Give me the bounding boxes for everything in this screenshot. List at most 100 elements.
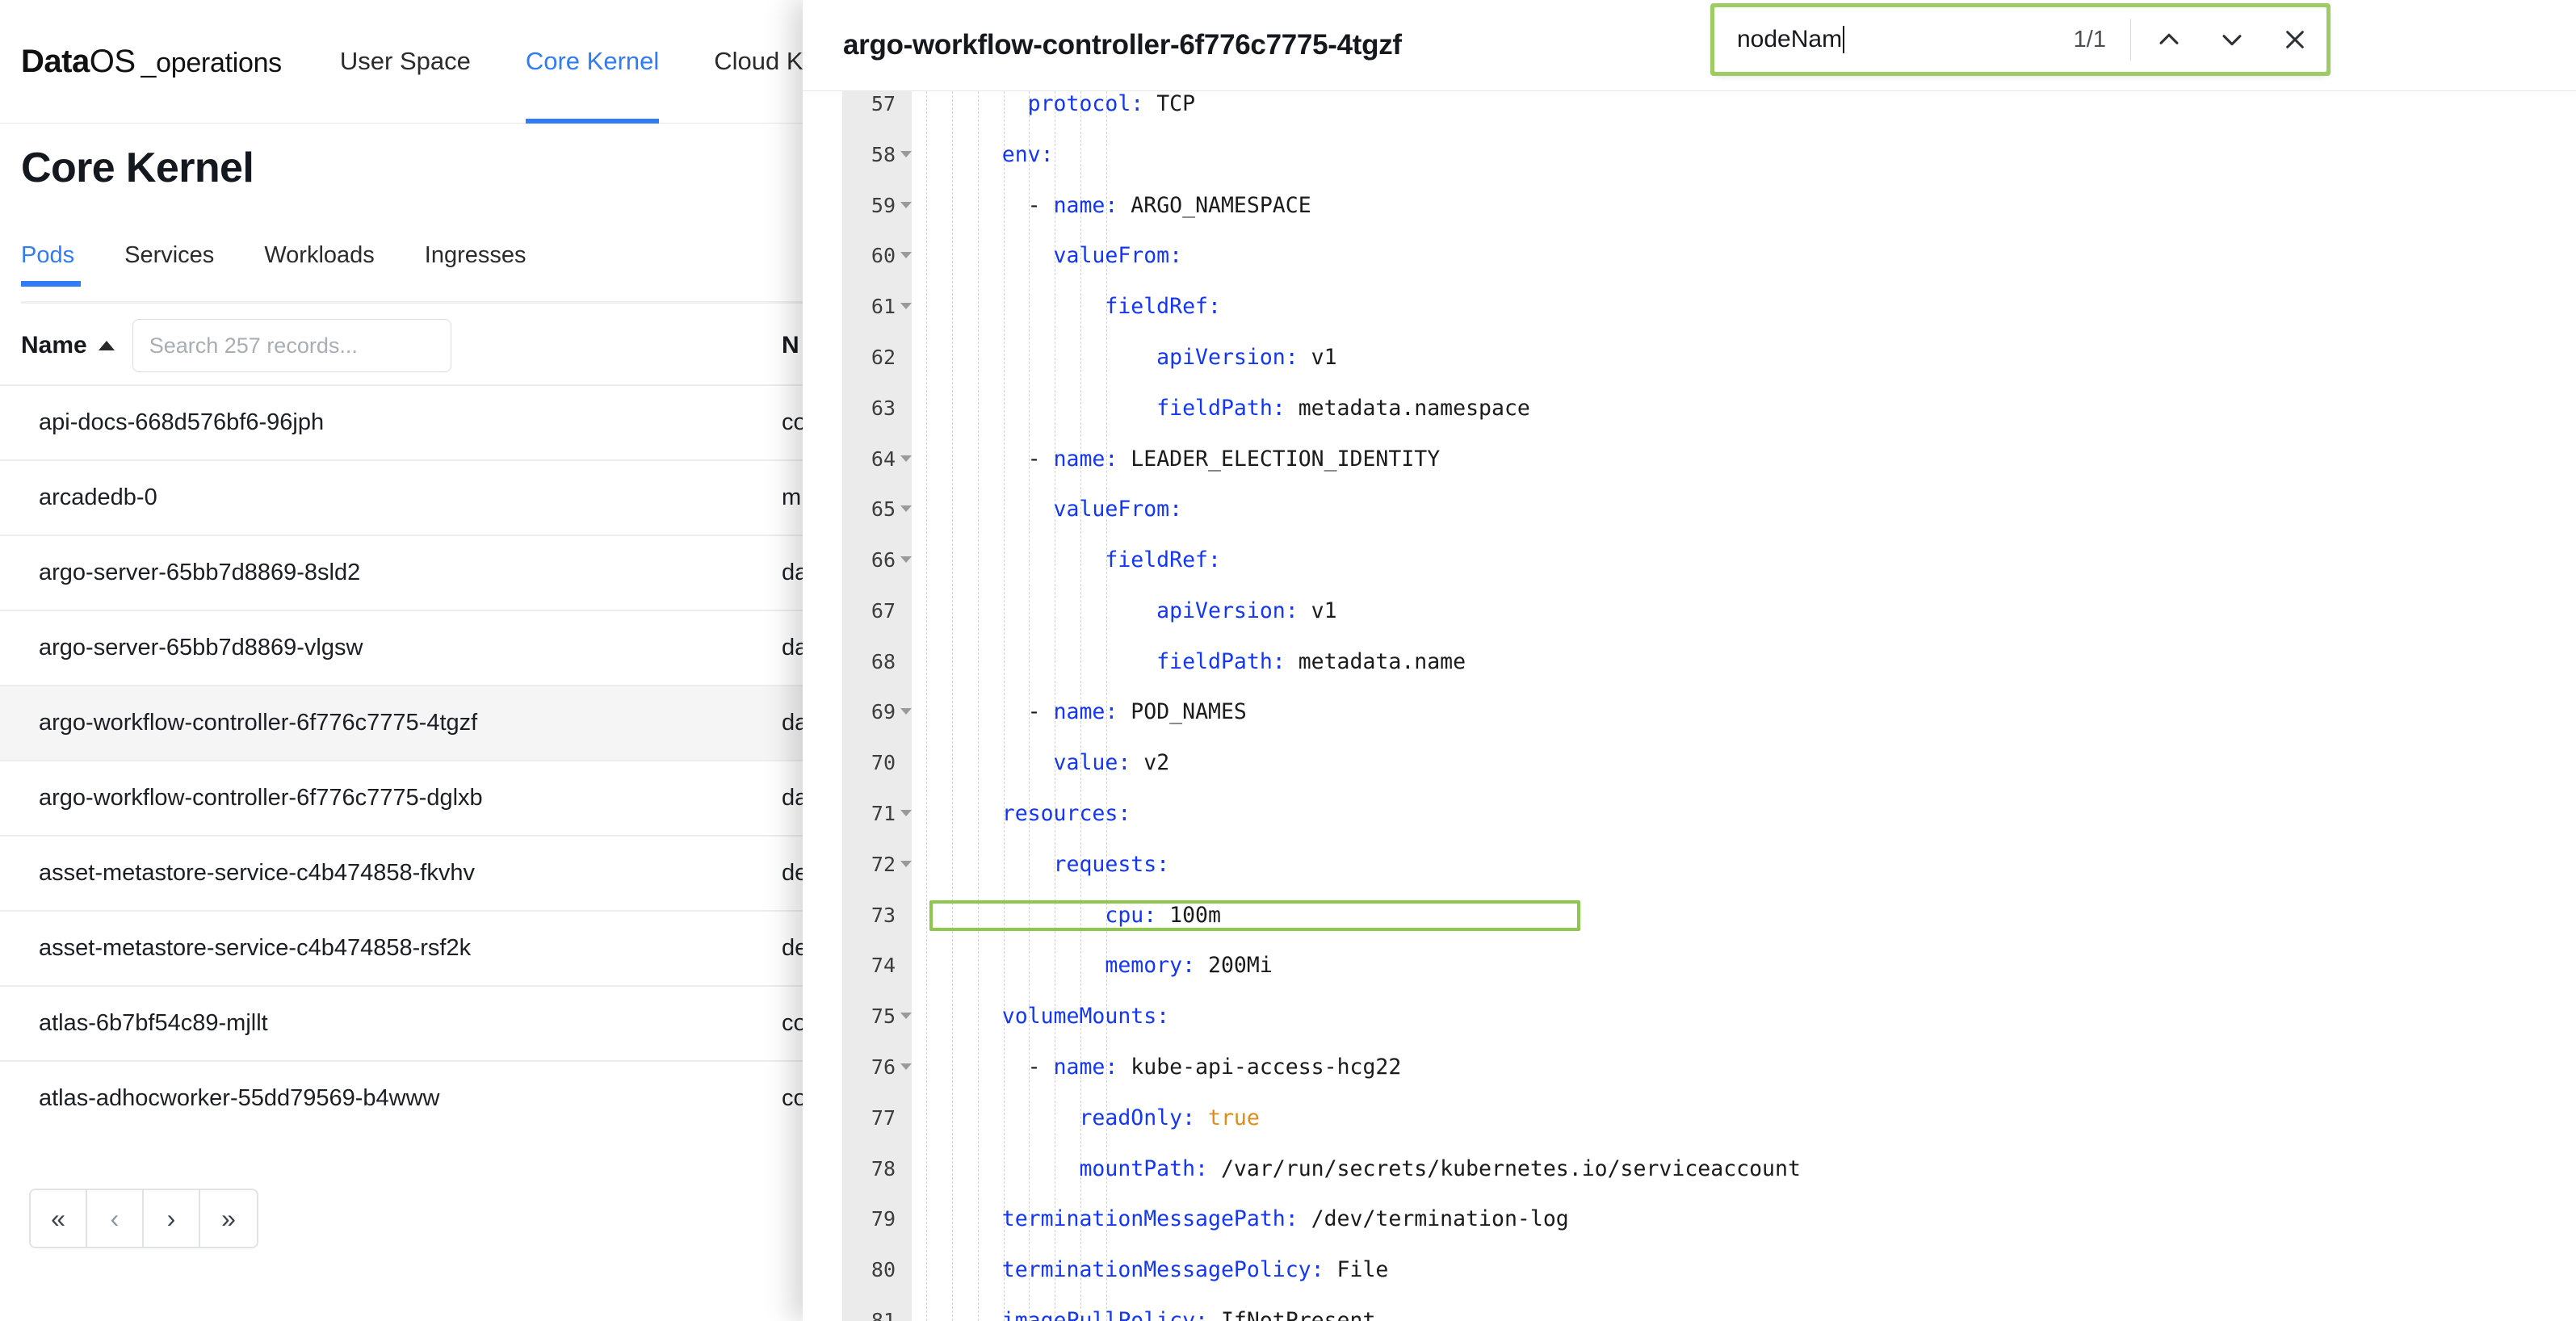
table-cell-name: asset-metastore-service-c4b474858-fkvhv — [39, 860, 475, 886]
find-previous-button[interactable] — [2138, 6, 2201, 73]
yaml-code-viewer[interactable]: 57 protocol: TCP 58 env: 59 - name: ARGO_N… — [803, 91, 2576, 1321]
code-fold-toggle-icon[interactable] — [900, 505, 912, 513]
code-fold-toggle-icon[interactable] — [900, 303, 912, 310]
modal-title: argo-workflow-controller-6f776c7775-4tgz… — [843, 29, 1402, 61]
close-icon — [2282, 27, 2308, 52]
code-token: /var/run/secrets/kubernetes.io/serviceac… — [1208, 1155, 1801, 1181]
code-line-text: - name: kube-api-access-hcg22 — [925, 1055, 1402, 1080]
code-line: 60 valueFrom: — [803, 243, 2576, 268]
line-number: 77 — [871, 1105, 896, 1130]
code-token: readOnly: — [1027, 1105, 1196, 1130]
line-number: 61 — [871, 295, 896, 319]
code-fold-toggle-icon[interactable] — [900, 556, 912, 564]
nav-item-user-space[interactable]: User Space — [340, 0, 471, 124]
code-fold-toggle-icon[interactable] — [900, 1013, 912, 1020]
code-line: 61 fieldRef: — [803, 294, 2576, 319]
chevron-up-icon — [2155, 26, 2183, 53]
code-fold-toggle-icon[interactable] — [900, 252, 912, 259]
pod-detail-modal: argo-workflow-controller-6f776c7775-4tgz… — [803, 0, 2576, 1321]
table-cell-name: argo-server-65bb7d8869-8sld2 — [39, 560, 361, 585]
find-widget[interactable]: nodeNam 1/1 — [1714, 6, 2327, 73]
code-line: 66 fieldRef: — [803, 547, 2576, 572]
page-title: Core Kernel — [21, 145, 254, 191]
find-close-button[interactable] — [2263, 6, 2326, 73]
code-line-text: resources: — [925, 801, 1131, 826]
code-fold-toggle-icon[interactable] — [900, 150, 912, 157]
sort-ascending-icon — [98, 341, 115, 350]
search-records-placeholder: Search 257 records... — [149, 333, 358, 358]
table-cell-name: argo-workflow-controller-6f776c7775-4tgz… — [39, 710, 478, 736]
line-number: 58 — [871, 142, 896, 166]
code-token: valueFrom: — [1027, 243, 1183, 269]
pagination-last-button[interactable]: » — [200, 1190, 257, 1247]
code-fold-toggle-icon[interactable] — [900, 1063, 912, 1071]
line-number: 70 — [871, 751, 896, 775]
column-header-name[interactable]: Name — [21, 332, 115, 359]
code-token: 100m — [1156, 902, 1221, 928]
code-fold-toggle-icon[interactable] — [900, 201, 912, 208]
code-line: 57 protocol: TCP — [803, 91, 2576, 116]
tab-ingresses[interactable]: Ingresses — [425, 242, 527, 287]
code-line-text: volumeMounts: — [925, 1004, 1169, 1029]
code-line-text: fieldRef: — [925, 294, 1221, 319]
code-line: 76 - name: kube-api-access-hcg22 — [803, 1055, 2576, 1080]
line-number: 66 — [871, 548, 896, 572]
code-line-text: value: v2 — [925, 750, 1170, 775]
tab-services[interactable]: Services — [124, 242, 214, 287]
line-number: 78 — [871, 1156, 896, 1181]
code-token: ARGO_NAMESPACE — [1118, 192, 1311, 218]
find-input[interactable]: nodeNam — [1714, 7, 2074, 72]
logo-os-text: OS — [89, 43, 136, 79]
code-line-text: fieldRef: — [925, 547, 1221, 572]
code-fold-toggle-icon[interactable] — [900, 708, 912, 715]
code-token: - — [1001, 699, 1054, 725]
code-line-text: imagePullPolicy: IfNotPresent — [925, 1308, 1376, 1321]
code-token: requests: — [1027, 851, 1170, 877]
code-line: 77 readOnly: true — [803, 1105, 2576, 1130]
code-line-text: readOnly: true — [925, 1105, 1259, 1130]
code-line-text: - name: ARGO_NAMESPACE — [925, 193, 1311, 218]
code-line: 75 volumeMounts: — [803, 1004, 2576, 1029]
code-line-text: apiVersion: v1 — [925, 344, 1337, 370]
tab-workloads[interactable]: Workloads — [264, 242, 374, 287]
nav-item-core-kernel[interactable]: Core Kernel — [525, 0, 660, 124]
code-line: 81 imagePullPolicy: IfNotPresent — [803, 1308, 2576, 1321]
code-fold-toggle-icon[interactable] — [900, 810, 912, 817]
line-number: 68 — [871, 649, 896, 673]
table-cell-name: arcadedb-0 — [39, 484, 157, 510]
line-number: 65 — [871, 497, 896, 522]
pagination-first-button[interactable]: « — [31, 1190, 87, 1247]
code-line: 68 fieldPath: metadata.name — [803, 649, 2576, 674]
dataos-logo[interactable]: Data OS _operations — [21, 44, 282, 80]
code-line-text: - name: POD_NAMES — [925, 699, 1247, 724]
code-line: 79 terminationMessagePath: /dev/terminat… — [803, 1206, 2576, 1231]
code-fold-toggle-icon[interactable] — [900, 860, 912, 867]
find-next-button[interactable] — [2201, 6, 2263, 73]
code-token: kube-api-access-hcg22 — [1118, 1055, 1402, 1080]
code-fold-toggle-icon[interactable] — [900, 455, 912, 462]
code-token: name: — [1053, 1055, 1118, 1080]
line-number: 75 — [871, 1004, 896, 1029]
code-line-text: requests: — [925, 851, 1170, 877]
code-line-text: valueFrom: — [925, 497, 1183, 522]
line-number: 69 — [871, 700, 896, 724]
code-line: 71 resources: — [803, 801, 2576, 826]
line-number: 62 — [871, 345, 896, 369]
code-token: fieldPath: — [1079, 648, 1286, 674]
column-header-namespace[interactable]: N — [782, 307, 799, 384]
code-token: volumeMounts: — [1001, 1004, 1170, 1030]
table-cell-name: atlas-6b7bf54c89-mjllt — [39, 1010, 268, 1036]
code-line: 73 cpu: 100m — [803, 903, 2576, 928]
table-cell-name: argo-server-65bb7d8869-vlgsw — [39, 635, 363, 660]
pagination-prev-button[interactable]: ‹ — [87, 1190, 144, 1247]
line-number: 63 — [871, 396, 896, 420]
table-cell-namespace: m — [782, 484, 802, 510]
line-number: 59 — [871, 193, 896, 217]
line-number: 72 — [871, 852, 896, 876]
search-records-input[interactable]: Search 257 records... — [132, 319, 451, 372]
code-token: v1 — [1298, 344, 1337, 370]
pagination-next-button[interactable]: › — [144, 1190, 200, 1247]
code-token: fieldPath: — [1079, 395, 1286, 421]
tab-pods[interactable]: Pods — [21, 242, 82, 287]
code-token: name: — [1053, 446, 1118, 472]
